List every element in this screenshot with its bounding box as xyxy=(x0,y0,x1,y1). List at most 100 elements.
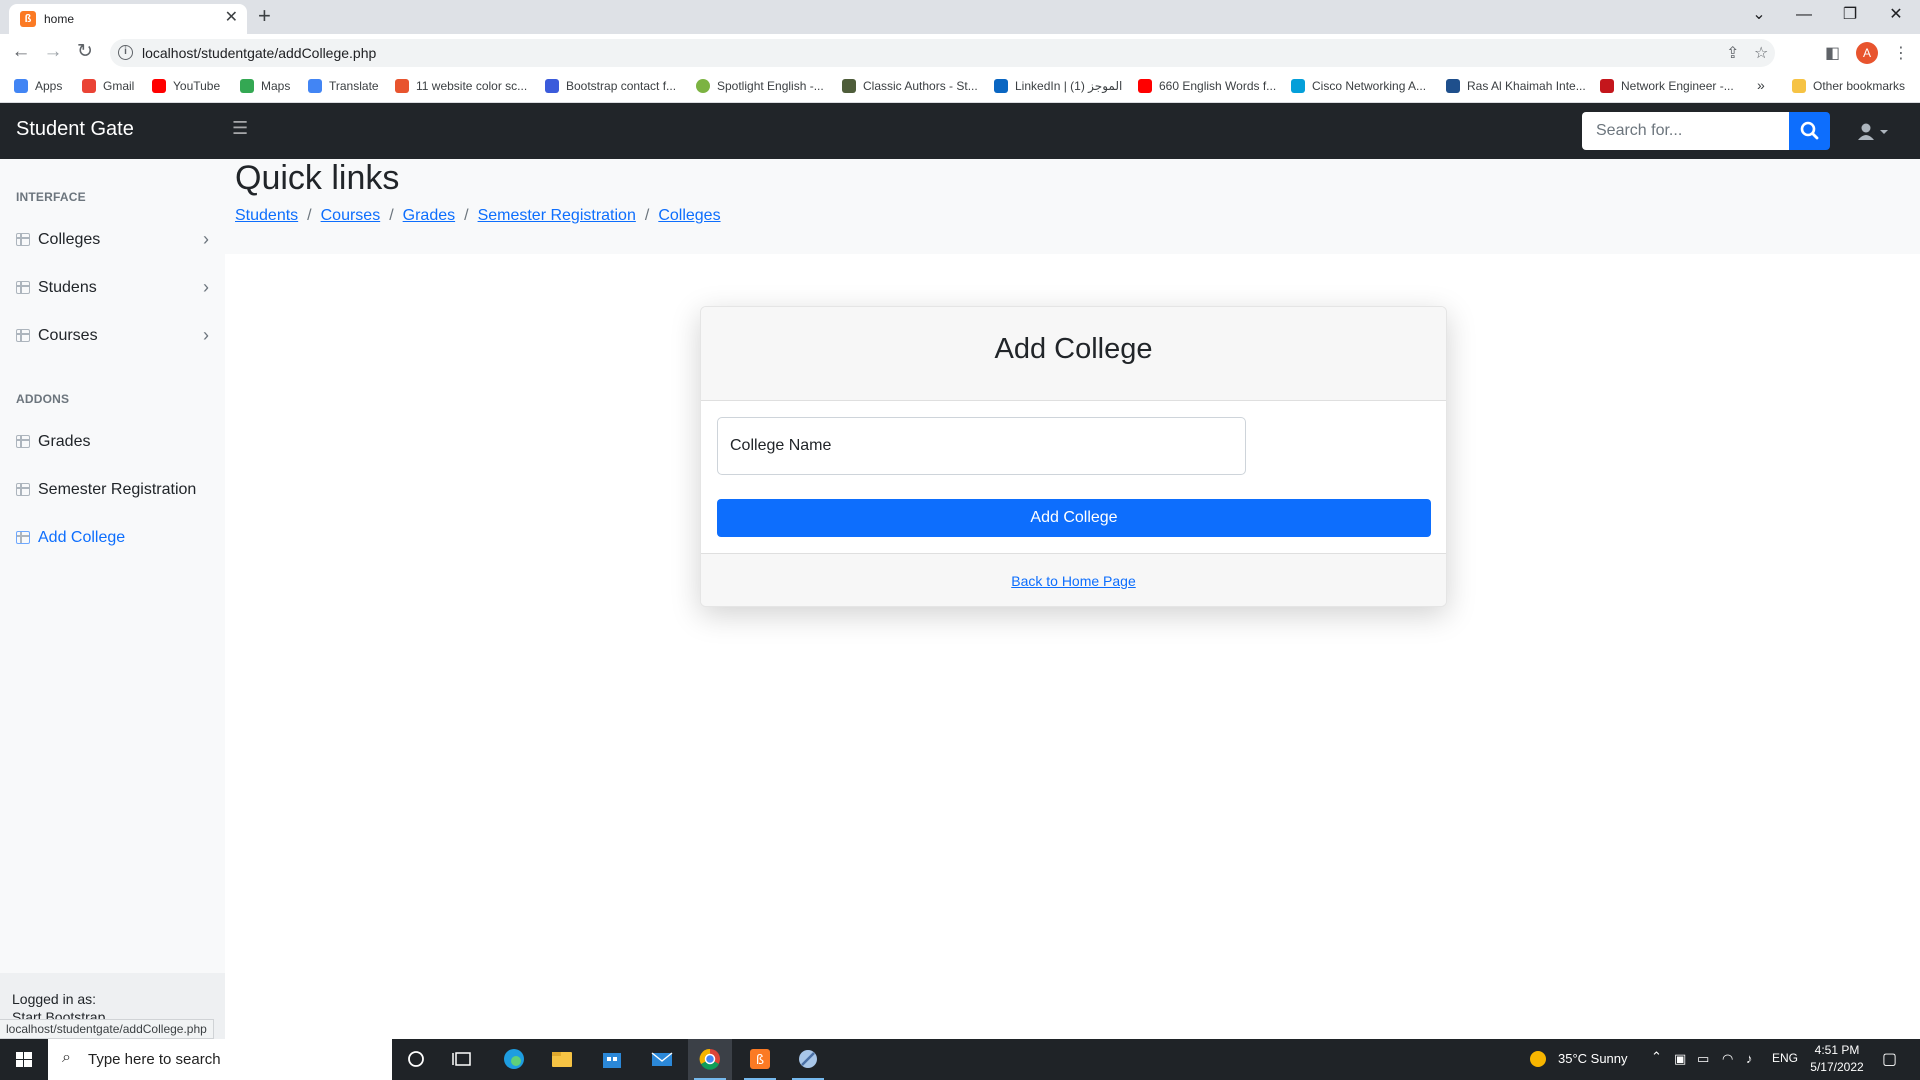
address-bar[interactable]: i localhost/studentgate/addCollege.php ☆… xyxy=(110,39,1775,67)
breadcrumb-link-courses[interactable]: Courses xyxy=(321,207,381,224)
sidebar-item-studens[interactable]: Studens › xyxy=(0,265,225,313)
bookmark-star-icon[interactable]: ☆ xyxy=(1754,43,1768,63)
minimize-window-button[interactable]: — xyxy=(1792,5,1816,25)
bookmark-linkedin[interactable]: LinkedIn | الموجز (1) xyxy=(994,79,1122,93)
sun-icon xyxy=(1530,1051,1546,1067)
clock-date[interactable]: 5/17/2022 xyxy=(1806,1060,1868,1074)
sidebar-item-add-college[interactable]: Add College xyxy=(0,515,225,563)
bookmark-cisco[interactable]: Cisco Networking A... xyxy=(1291,79,1426,93)
breadcrumb-separator: / xyxy=(644,207,650,224)
tab-search-chevron-icon[interactable]: ⌄ xyxy=(1747,5,1771,25)
file-explorer-taskbar-button[interactable] xyxy=(540,1039,584,1080)
bookmark-network-engineer[interactable]: Network Engineer -... xyxy=(1600,79,1734,93)
card-footer: Back to Home Page xyxy=(701,553,1446,606)
apps-grid-icon xyxy=(14,79,28,93)
browser-tab-home[interactable]: ß home ✕ xyxy=(9,4,247,34)
link-status-bubble: localhost/studentgate/addCollege.php xyxy=(0,1019,214,1039)
side-panel-icon[interactable]: ◧ xyxy=(1825,43,1840,63)
mail-icon xyxy=(651,1052,673,1066)
search-input[interactable] xyxy=(1582,112,1789,150)
cortana-button[interactable] xyxy=(394,1039,438,1080)
site-info-icon[interactable]: i xyxy=(118,45,133,60)
language-indicator[interactable]: ENG xyxy=(1772,1051,1798,1065)
taskbar-search-box[interactable]: ⌕ Type here to search xyxy=(48,1039,392,1080)
page-title: Quick links xyxy=(235,159,400,197)
weather-text[interactable]: 35°C Sunny xyxy=(1558,1051,1628,1066)
bookmark-apps[interactable]: Apps xyxy=(14,79,62,93)
breadcrumb-link-students[interactable]: Students xyxy=(235,207,298,224)
battery-icon[interactable]: ▭ xyxy=(1697,1051,1709,1067)
other-bookmarks-folder[interactable]: Other bookmarks xyxy=(1792,79,1905,93)
chrome-icon xyxy=(699,1048,720,1070)
mail-taskbar-button[interactable] xyxy=(640,1039,684,1080)
weather-sun-icon[interactable] xyxy=(1528,1048,1548,1071)
user-icon xyxy=(1858,123,1888,140)
college-name-field[interactable]: College Name xyxy=(717,417,1246,475)
bookmark-classic-authors[interactable]: Classic Authors - St... xyxy=(842,79,978,93)
bookmark-maps[interactable]: Maps xyxy=(240,79,290,93)
sidebar-item-label: Grades xyxy=(38,433,91,450)
website-color-icon xyxy=(395,79,409,93)
volume-icon[interactable]: ♪ xyxy=(1746,1051,1753,1066)
url-text[interactable]: localhost/studentgate/addCollege.php xyxy=(142,45,376,61)
close-window-button[interactable]: ✕ xyxy=(1884,5,1908,25)
bookmark-youtube[interactable]: YouTube xyxy=(152,79,220,93)
breadcrumb-link-semester-registration[interactable]: Semester Registration xyxy=(478,207,636,224)
chevron-up-icon[interactable]: ⌃ xyxy=(1651,1049,1662,1065)
notification-center-icon[interactable]: ▢ xyxy=(1882,1049,1897,1069)
sidebar-item-semester-registration[interactable]: Semester Registration xyxy=(0,467,225,515)
bookmark-website-color[interactable]: 11 website color sc... xyxy=(395,79,527,93)
breadcrumb-separator: / xyxy=(464,207,469,224)
logged-in-label: Logged in as: xyxy=(12,991,97,1007)
chrome-menu-icon[interactable]: ⋮ xyxy=(1893,43,1909,63)
wifi-icon[interactable]: ◠ xyxy=(1722,1051,1733,1067)
maps-icon xyxy=(240,79,254,93)
cortana-circle-icon xyxy=(408,1051,424,1067)
new-tab-button[interactable]: + xyxy=(258,4,271,28)
xampp-favicon-icon: ß xyxy=(20,11,36,27)
bookmark-translate[interactable]: Translate xyxy=(308,79,379,93)
forward-arrow-icon[interactable]: → xyxy=(42,42,64,62)
app-taskbar-button[interactable] xyxy=(786,1039,830,1080)
bookmark-ras-al-khaimah[interactable]: Ras Al Khaimah Inte... xyxy=(1446,79,1586,93)
table-columns-icon xyxy=(16,281,30,294)
spotlight-icon xyxy=(696,79,710,93)
meet-now-icon[interactable]: ▣ xyxy=(1674,1051,1686,1067)
back-arrow-icon[interactable]: ← xyxy=(10,42,32,62)
bookmark-gmail[interactable]: Gmail xyxy=(82,79,134,93)
breadcrumb-link-colleges[interactable]: Colleges xyxy=(658,207,720,224)
sidebar-item-label: Courses xyxy=(38,327,98,344)
top-navbar: Student Gate ☰ xyxy=(0,103,1920,159)
reload-icon[interactable]: ↻ xyxy=(74,42,96,62)
tab-close-icon[interactable]: ✕ xyxy=(225,9,238,27)
add-college-button[interactable]: Add College xyxy=(717,499,1431,537)
chrome-taskbar-button[interactable] xyxy=(688,1039,732,1080)
windows-taskbar: ⌕ Type here to search ß 35°C Sunny ⌃ ▣ ▭… xyxy=(0,1039,1920,1080)
search-button[interactable] xyxy=(1789,112,1830,150)
store-taskbar-button[interactable] xyxy=(590,1039,634,1080)
restore-window-button[interactable]: ❐ xyxy=(1838,5,1862,25)
clock-time[interactable]: 4:51 PM xyxy=(1810,1043,1864,1057)
profile-avatar[interactable]: A xyxy=(1856,42,1878,64)
paint-app-icon xyxy=(799,1050,817,1068)
brand-title[interactable]: Student Gate xyxy=(16,118,134,141)
sidebar-item-courses[interactable]: Courses › xyxy=(0,313,225,361)
back-to-home-link[interactable]: Back to Home Page xyxy=(701,573,1446,589)
edge-taskbar-button[interactable] xyxy=(492,1039,536,1080)
task-view-button[interactable] xyxy=(441,1039,485,1080)
bookmark-english-words[interactable]: 660 English Words f... xyxy=(1138,79,1276,93)
browser-toolbar: ← → ↻ i localhost/studentgate/addCollege… xyxy=(0,34,1920,72)
user-dropdown-button[interactable] xyxy=(1856,122,1892,142)
bookmark-spotlight-english[interactable]: Spotlight English -... xyxy=(696,79,824,93)
start-button[interactable] xyxy=(0,1039,48,1080)
chevron-right-icon: › xyxy=(203,229,209,249)
sidebar-item-grades[interactable]: Grades xyxy=(0,419,225,467)
bookmark-bootstrap-contact[interactable]: Bootstrap contact f... xyxy=(545,79,676,93)
share-icon[interactable]: ⇪ xyxy=(1726,43,1739,63)
sidebar-toggle-hamburger-icon[interactable]: ☰ xyxy=(232,118,248,139)
sidebar-item-colleges[interactable]: Colleges › xyxy=(0,217,225,265)
more-bookmarks-icon[interactable]: » xyxy=(1757,77,1765,93)
xampp-taskbar-button[interactable]: ß xyxy=(738,1039,782,1080)
breadcrumb-link-grades[interactable]: Grades xyxy=(403,207,455,224)
chevron-right-icon: › xyxy=(203,325,209,345)
